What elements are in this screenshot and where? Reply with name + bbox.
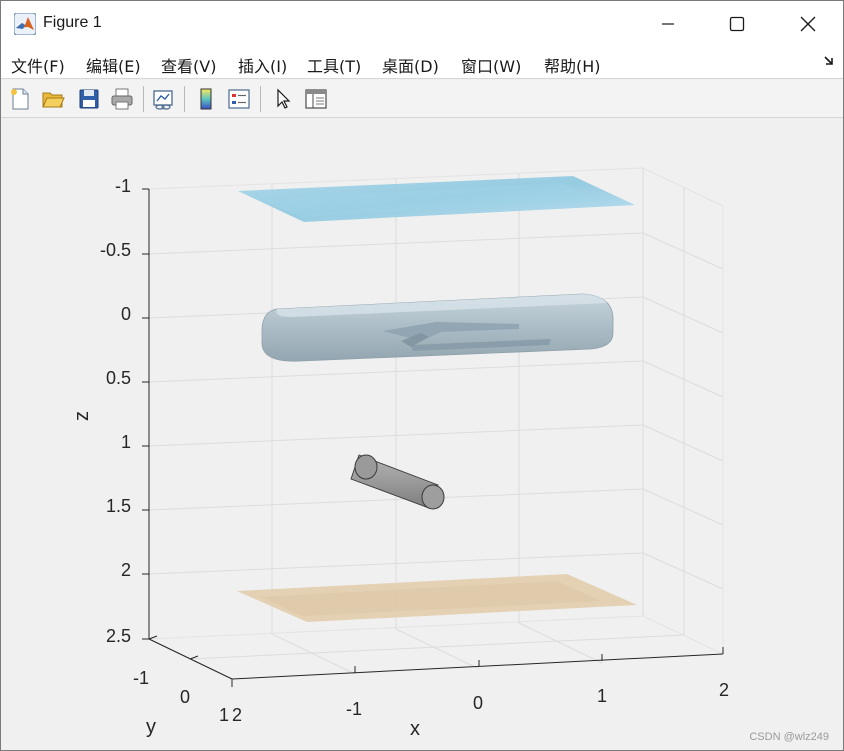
menu-view[interactable]: 查看(V) xyxy=(161,53,216,77)
menu-file[interactable]: 文件(F) xyxy=(11,53,65,77)
menu-tools[interactable]: 工具(T) xyxy=(307,53,361,77)
z-tick-label: 1.5 xyxy=(106,496,131,516)
close-icon xyxy=(800,16,816,31)
x-tick-label: 2 xyxy=(719,680,729,700)
open-file-button[interactable] xyxy=(39,85,67,113)
axes-3d[interactable]: -1 -0.5 0 0.5 1 1.5 2 2.5 z -1 0 1 2 y -… xyxy=(1,119,843,750)
y-tick-label: -1 xyxy=(133,668,149,688)
menu-insert[interactable]: 插入(I) xyxy=(238,53,287,77)
save-button[interactable] xyxy=(75,85,103,113)
minimize-button[interactable] xyxy=(645,1,691,46)
y-tick-label: 2 xyxy=(232,705,242,725)
new-figure-button[interactable] xyxy=(6,85,34,113)
insert-colorbar-icon xyxy=(200,88,212,110)
save-icon xyxy=(79,89,99,109)
link-plot-icon xyxy=(153,90,173,110)
z-tick-label: 0.5 xyxy=(106,368,131,388)
figure-canvas[interactable]: -1 -0.5 0 0.5 1 1.5 2 2.5 z -1 0 1 2 y -… xyxy=(1,119,843,750)
minimize-icon xyxy=(662,22,674,25)
open-file-icon xyxy=(42,92,65,108)
z-tick-label: 0 xyxy=(121,304,131,324)
matlab-icon xyxy=(14,13,36,35)
y-tick-label: 1 xyxy=(219,705,229,725)
x-tick-label: 0 xyxy=(473,693,483,713)
figure-toolbar xyxy=(1,80,843,118)
z-tick-label: -1 xyxy=(115,176,131,196)
new-figure-icon xyxy=(11,88,29,110)
y-tick-label: 0 xyxy=(180,687,190,707)
toolbar-separator xyxy=(260,86,261,112)
print-icon xyxy=(111,88,133,110)
y-axis-label: y xyxy=(146,716,156,738)
x-axis-label: x xyxy=(410,718,420,740)
property-inspector-button[interactable] xyxy=(302,85,330,113)
vehicle-hull xyxy=(261,293,614,362)
toolbar-separator xyxy=(143,86,144,112)
y-ticks xyxy=(148,635,233,687)
maximize-icon xyxy=(729,16,745,31)
x-tick-label: -1 xyxy=(346,699,362,719)
z-tick-label: -0.5 xyxy=(100,240,131,260)
watermark: CSDN @wlz249 xyxy=(749,731,829,743)
title-bar[interactable]: Figure 1 xyxy=(1,1,843,46)
edit-plot-button[interactable] xyxy=(269,85,297,113)
z-tick-label: 1 xyxy=(121,432,131,452)
window-title: Figure 1 xyxy=(43,14,102,31)
close-button[interactable] xyxy=(785,1,831,46)
toolbar-separator xyxy=(184,86,185,112)
maximize-button[interactable] xyxy=(714,1,760,46)
menu-desktop[interactable]: 桌面(D) xyxy=(382,53,439,77)
property-inspector-icon xyxy=(305,89,327,109)
z-tick-label: 2.5 xyxy=(106,626,131,646)
insert-legend-button[interactable] xyxy=(225,85,253,113)
edit-plot-pointer-icon xyxy=(277,88,291,109)
z-tick-label: 2 xyxy=(121,560,131,580)
menu-window[interactable]: 窗口(W) xyxy=(461,53,521,77)
menu-help[interactable]: 帮助(H) xyxy=(544,53,601,77)
link-plot-button[interactable] xyxy=(149,85,177,113)
insert-colorbar-button[interactable] xyxy=(192,85,220,113)
z-axis-label: z xyxy=(71,411,93,421)
seabed-plane xyxy=(237,574,637,622)
menu-edit[interactable]: 编辑(E) xyxy=(86,53,141,77)
menu-bar: 文件(F) 编辑(E) 查看(V) 插入(I) 工具(T) 桌面(D) 窗口(W… xyxy=(1,46,843,79)
x-tick-label: 1 xyxy=(597,686,607,706)
print-button[interactable] xyxy=(108,85,136,113)
dock-figure-icon[interactable] xyxy=(822,54,836,68)
z-ticks xyxy=(142,188,149,640)
x-ticks xyxy=(354,647,724,673)
figure-window: Figure 1 文件(F) 编辑(E) 查看(V) 插入(I) 工具(T) 桌… xyxy=(0,0,844,751)
insert-legend-icon xyxy=(228,89,250,109)
